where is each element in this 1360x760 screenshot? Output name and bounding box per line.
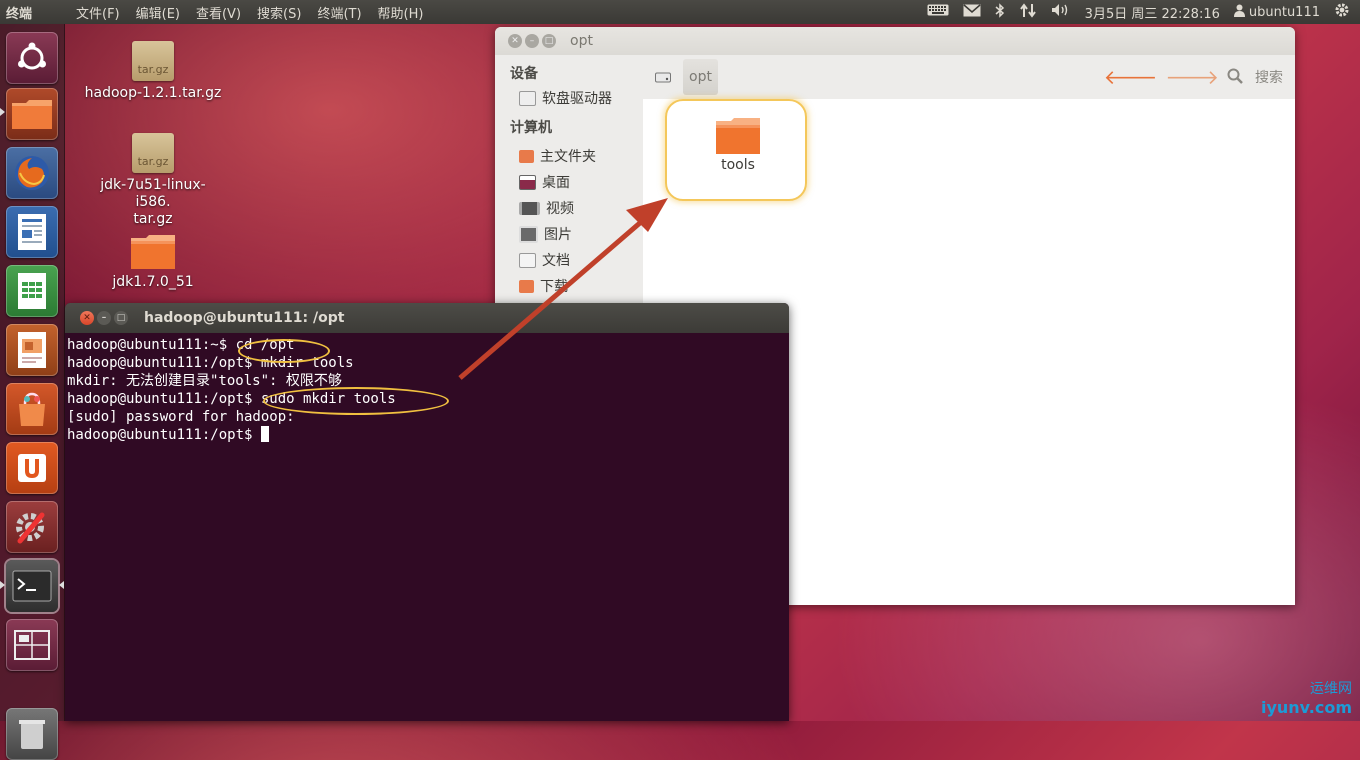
breadcrumb-opt[interactable]: opt <box>683 59 718 95</box>
folder-icon <box>716 118 760 154</box>
terminal-line: mkdir: 无法创建目录"tools": 权限不够 <box>67 373 342 389</box>
system-settings-icon[interactable] <box>6 501 58 553</box>
folder-label: tools <box>721 157 755 173</box>
writer-icon[interactable] <box>6 206 58 258</box>
terminal-icon[interactable] <box>6 560 58 612</box>
gear-icon[interactable] <box>1334 2 1350 22</box>
bluetooth-icon[interactable] <box>995 2 1005 22</box>
search-button[interactable]: 搜索 <box>1255 67 1283 87</box>
text-cursor <box>260 426 269 442</box>
clock[interactable]: 3月5日 周三 22:28:16 <box>1085 3 1220 22</box>
menu-view[interactable]: 查看(V) <box>188 3 249 22</box>
terminal-prompt-line: hadoop@ubuntu111:/opt$ <box>67 426 787 444</box>
menu-edit[interactable]: 编辑(E) <box>128 3 188 22</box>
maximize-button[interactable]: □ <box>114 311 128 325</box>
dash-home-icon[interactable] <box>6 32 58 84</box>
home-folder-icon <box>519 149 534 163</box>
top-panel: 终端 文件(F) 编辑(E) 查看(V) 搜索(S) 终端(T) 帮助(H) 3… <box>0 0 1360 24</box>
watermark-line1: 运维网 <box>1310 681 1352 697</box>
desktop-icon-label: jdk1.7.0_51 <box>112 274 194 290</box>
menu-help[interactable]: 帮助(H) <box>370 3 432 22</box>
network-icon[interactable] <box>1019 2 1037 22</box>
desktop-icon-label: hadoop-1.2.1.tar.gz <box>84 85 222 101</box>
user-name: ubuntu111 <box>1248 4 1320 20</box>
minimize-button[interactable]: – <box>97 311 111 325</box>
folder-icon <box>130 234 176 270</box>
volume-icon[interactable] <box>1051 3 1071 21</box>
menu-search[interactable]: 搜索(S) <box>249 3 309 22</box>
drive-icon[interactable] <box>651 66 675 88</box>
minimize-button[interactable]: – <box>525 34 539 48</box>
mail-icon[interactable] <box>963 3 981 21</box>
archive-icon: tar.gz <box>132 133 174 173</box>
terminal-line: hadoop@ubuntu111:/opt$ mkdir tools <box>67 355 354 371</box>
desktop-icon-jdk-folder[interactable]: jdk1.7.0_51 <box>83 234 223 290</box>
terminal-window: ✕ – □ hadoop@ubuntu111: /opt hadoop@ubun… <box>65 303 789 721</box>
forward-arrow-icon[interactable]: 🡒 <box>1165 65 1219 89</box>
desktop-icon-hadoop-archive[interactable]: tar.gz hadoop-1.2.1.tar.gz <box>83 41 223 101</box>
app-title: 终端 <box>6 6 33 22</box>
menu-file[interactable]: 文件(F) <box>68 3 128 22</box>
watermark-logo: 运维网 iyunv.com <box>1261 678 1352 717</box>
watermark-line2: iyunv.com <box>1260 698 1352 717</box>
sidebar-item-downloads[interactable]: 下载 <box>495 273 643 299</box>
sidebar-item-floppy[interactable]: 软盘驱动器 <box>495 85 643 111</box>
terminal-title: hadoop@ubuntu111: /opt <box>144 310 345 326</box>
desktop-icon-label: jdk-7u51-linux-i586. tar.gz <box>100 177 206 227</box>
ubuntu-one-icon[interactable] <box>6 442 58 494</box>
highlight-cd-opt <box>238 339 330 363</box>
menu-terminal[interactable]: 终端(T) <box>309 3 369 22</box>
files-icon[interactable] <box>6 88 58 140</box>
archive-icon: tar.gz <box>132 41 174 81</box>
sidebar-item-videos[interactable]: 视频 <box>495 195 643 221</box>
terminal-line: [sudo] password for hadoop: <box>67 409 295 425</box>
downloads-folder-icon <box>519 279 534 293</box>
calc-icon[interactable] <box>6 265 58 317</box>
sidebar-item-documents[interactable]: 文档 <box>495 247 643 273</box>
focused-indicator <box>59 581 64 589</box>
impress-icon[interactable] <box>6 324 58 376</box>
fm-nav: 🡐 🡒 搜索 <box>1104 65 1295 89</box>
floppy-drive-icon <box>519 90 536 106</box>
user-menu[interactable]: ubuntu111 <box>1233 4 1320 21</box>
desktop-icon-jdk-archive[interactable]: tar.gz jdk-7u51-linux-i586. tar.gz <box>83 133 223 228</box>
firefox-icon[interactable] <box>6 147 58 199</box>
running-indicator <box>0 581 5 589</box>
workspace-switcher-icon[interactable] <box>6 619 58 671</box>
trash-icon[interactable] <box>6 708 58 760</box>
keyboard-icon[interactable] <box>927 4 949 20</box>
fm-window-title: opt <box>570 33 593 49</box>
terminal-output[interactable]: hadoop@ubuntu111:~$ cd /opt hadoop@ubunt… <box>65 333 789 447</box>
terminal-titlebar[interactable]: ✕ – □ hadoop@ubuntu111: /opt <box>65 303 789 333</box>
indicators: 3月5日 周三 22:28:16 ubuntu111 <box>927 2 1360 22</box>
videos-folder-icon <box>519 201 540 215</box>
sidebar-item-home[interactable]: 主文件夹 <box>495 143 643 169</box>
maximize-button[interactable]: □ <box>542 34 556 48</box>
sidebar-item-desktop[interactable]: 桌面 <box>495 169 643 195</box>
fm-titlebar[interactable]: ✕ – □ opt <box>495 27 1295 55</box>
back-arrow-icon[interactable]: 🡐 <box>1104 65 1158 89</box>
pictures-folder-icon <box>519 225 538 243</box>
folder-tools[interactable]: tools <box>700 111 776 173</box>
search-icon[interactable] <box>1227 65 1243 89</box>
sidebar-item-pictures[interactable]: 图片 <box>495 221 643 247</box>
fm-toolbar: opt 🡐 🡒 搜索 <box>643 55 1295 100</box>
user-icon <box>1233 4 1245 21</box>
running-indicator <box>0 108 5 116</box>
close-button[interactable]: ✕ <box>508 34 522 48</box>
sidebar-section-devices: 设备 <box>510 66 538 82</box>
close-button[interactable]: ✕ <box>80 311 94 325</box>
software-center-icon[interactable] <box>6 383 58 435</box>
sidebar-section-computer: 计算机 <box>510 120 552 136</box>
launcher <box>0 24 65 760</box>
terminal-line: hadoop@ubuntu111:/opt$ <box>67 427 261 443</box>
highlight-sudo-mkdir <box>263 387 449 415</box>
documents-folder-icon <box>519 252 536 268</box>
terminal-line: hadoop@ubuntu111:~$ cd /opt <box>67 337 295 353</box>
desktop-folder-icon <box>519 174 536 190</box>
